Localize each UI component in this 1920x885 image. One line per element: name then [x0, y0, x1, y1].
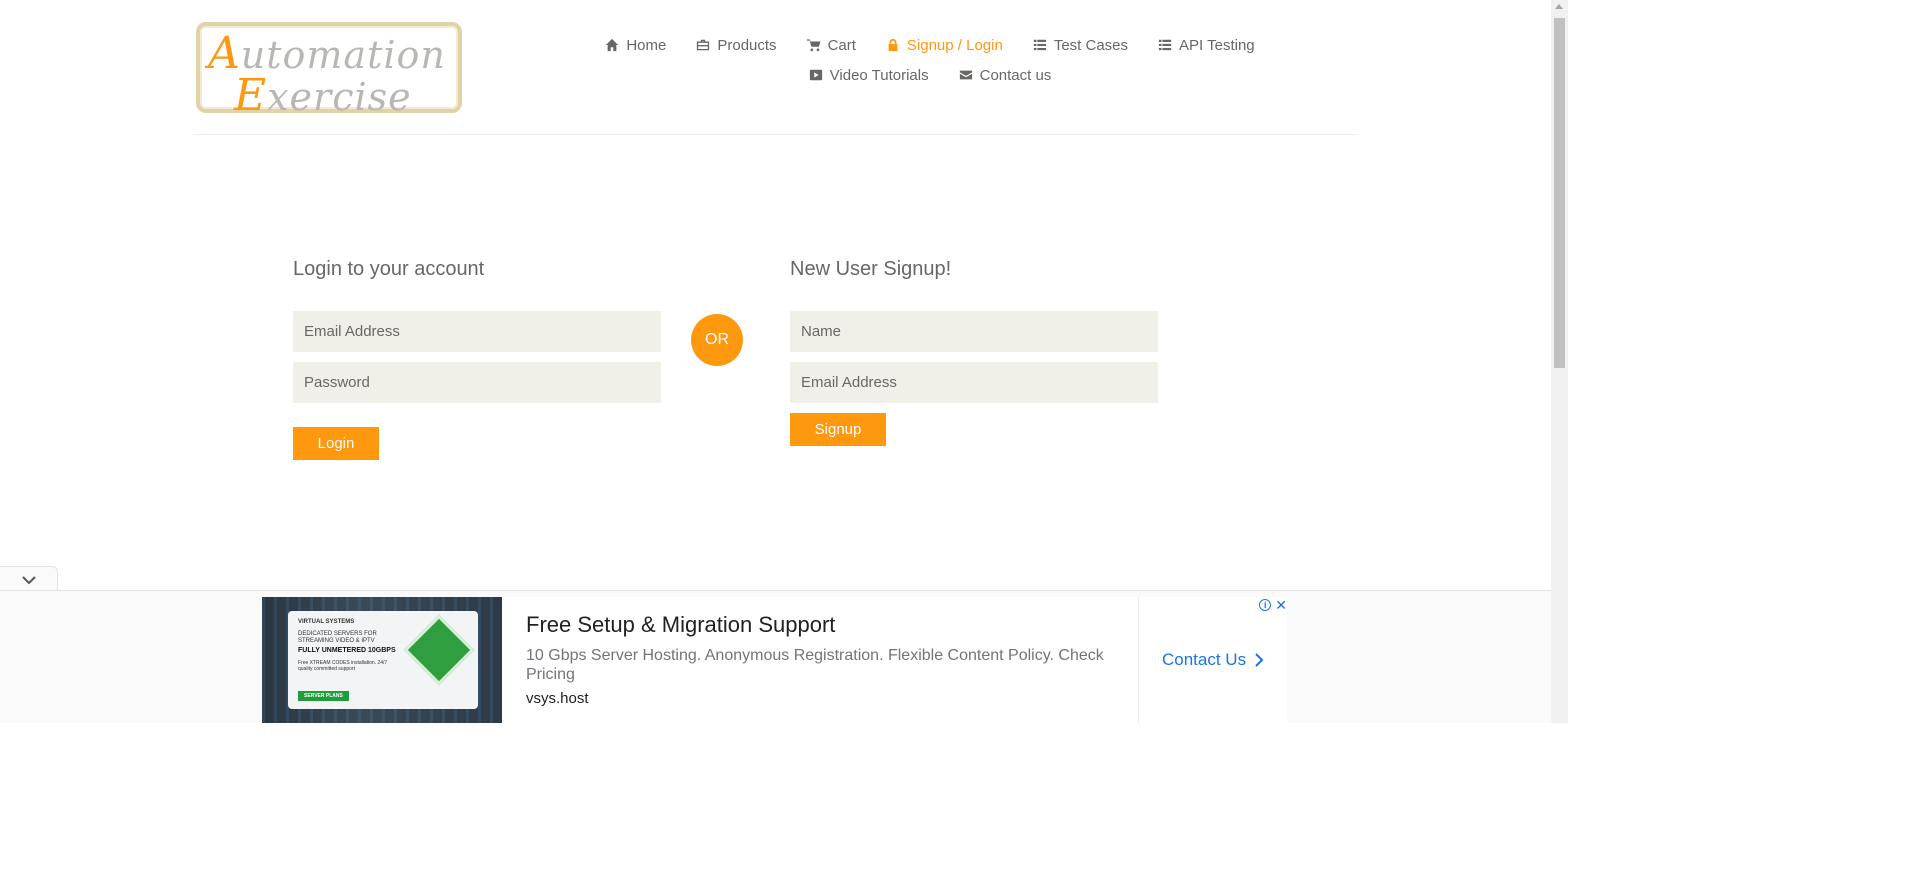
- nav-contact-us-label: Contact us: [979, 66, 1052, 84]
- nav-signup-login-label: Signup / Login: [906, 36, 1003, 54]
- chevron-right-icon: [1255, 653, 1264, 667]
- nav-cart[interactable]: Cart: [806, 36, 856, 54]
- header-divider: [193, 134, 1357, 135]
- nav-row-2: Video Tutorials Contact us: [560, 60, 1300, 90]
- login-email-input[interactable]: [293, 311, 661, 352]
- ad-divider: [1138, 597, 1139, 723]
- scrollbar-thumb[interactable]: [1554, 18, 1565, 368]
- ad-info-icon[interactable]: i: [1259, 599, 1272, 611]
- site-logo[interactable]: Automation Exercise: [196, 22, 462, 121]
- signup-name-input[interactable]: [790, 311, 1158, 352]
- ad-domain[interactable]: vsys.host: [526, 690, 589, 707]
- list-icon: [1033, 39, 1046, 51]
- nav-cart-label: Cart: [827, 36, 856, 54]
- nav-api-testing-label: API Testing: [1179, 36, 1255, 54]
- ad-image-details: Free XTREAM CODES installation. 24/7 qua…: [298, 660, 388, 672]
- page-scrollbar[interactable]: [1551, 0, 1568, 723]
- nav-home[interactable]: Home: [605, 37, 666, 54]
- lock-icon: [888, 38, 898, 52]
- main-nav: Home Products Cart Signup / Login Test C…: [560, 30, 1300, 90]
- nav-contact-us[interactable]: Contact us: [959, 66, 1052, 84]
- list-icon: [1158, 39, 1172, 51]
- ad-close-icon[interactable]: ✕: [1275, 598, 1287, 612]
- youtube-icon: [809, 69, 822, 81]
- scroll-up-arrow-icon[interactable]: [1555, 4, 1563, 9]
- or-divider: OR: [691, 314, 743, 366]
- briefcase-icon: [697, 39, 710, 51]
- nav-test-cases[interactable]: Test Cases: [1033, 37, 1128, 54]
- nav-products-label: Products: [717, 36, 777, 54]
- logo-line-2: Exercise: [234, 70, 412, 121]
- login-password-input[interactable]: [293, 362, 661, 403]
- ad-controls: i ✕: [1259, 598, 1287, 612]
- nav-video-tutorials[interactable]: Video Tutorials: [809, 67, 929, 84]
- chevron-down-icon: [21, 575, 36, 584]
- ad-contact-label: Contact Us: [1162, 650, 1247, 669]
- ad-headline[interactable]: Free Setup & Migration Support: [526, 612, 835, 638]
- ad-image-tagline: DEDICATED SERVERS FOR STREAMING VIDEO & …: [298, 631, 377, 644]
- nav-products[interactable]: Products: [696, 36, 777, 54]
- nav-test-cases-label: Test Cases: [1053, 36, 1129, 54]
- ad-banner[interactable]: VIRTUAL SYSTEMS DEDICATED SERVERS FOR ST…: [262, 597, 1287, 723]
- ad-contact-button[interactable]: Contact Us: [1162, 650, 1264, 670]
- cart-icon: [806, 39, 821, 52]
- signup-title: New User Signup!: [790, 258, 952, 280]
- home-icon: [606, 38, 619, 52]
- signup-button[interactable]: Signup: [790, 413, 886, 446]
- nav-signup-login[interactable]: Signup / Login: [886, 37, 1003, 54]
- login-button[interactable]: Login: [293, 427, 379, 460]
- envelope-icon: [959, 70, 972, 80]
- nav-video-tutorials-label: Video Tutorials: [829, 66, 929, 84]
- ad-collapse-toggle[interactable]: [0, 566, 58, 592]
- nav-api-testing[interactable]: API Testing: [1158, 37, 1255, 54]
- nav-home-label: Home: [626, 36, 667, 54]
- nav-row-1: Home Products Cart Signup / Login Test C…: [560, 30, 1300, 60]
- ad-image-card: VIRTUAL SYSTEMS DEDICATED SERVERS FOR ST…: [288, 611, 478, 709]
- ad-image-plans-button: SERVER PLANS: [298, 691, 349, 701]
- login-title: Login to your account: [293, 258, 485, 280]
- ad-image[interactable]: VIRTUAL SYSTEMS DEDICATED SERVERS FOR ST…: [262, 597, 502, 723]
- signup-email-input[interactable]: [790, 362, 1158, 403]
- ad-description: 10 Gbps Server Hosting. Anonymous Regist…: [526, 647, 1104, 683]
- server-chip-icon: [403, 614, 475, 686]
